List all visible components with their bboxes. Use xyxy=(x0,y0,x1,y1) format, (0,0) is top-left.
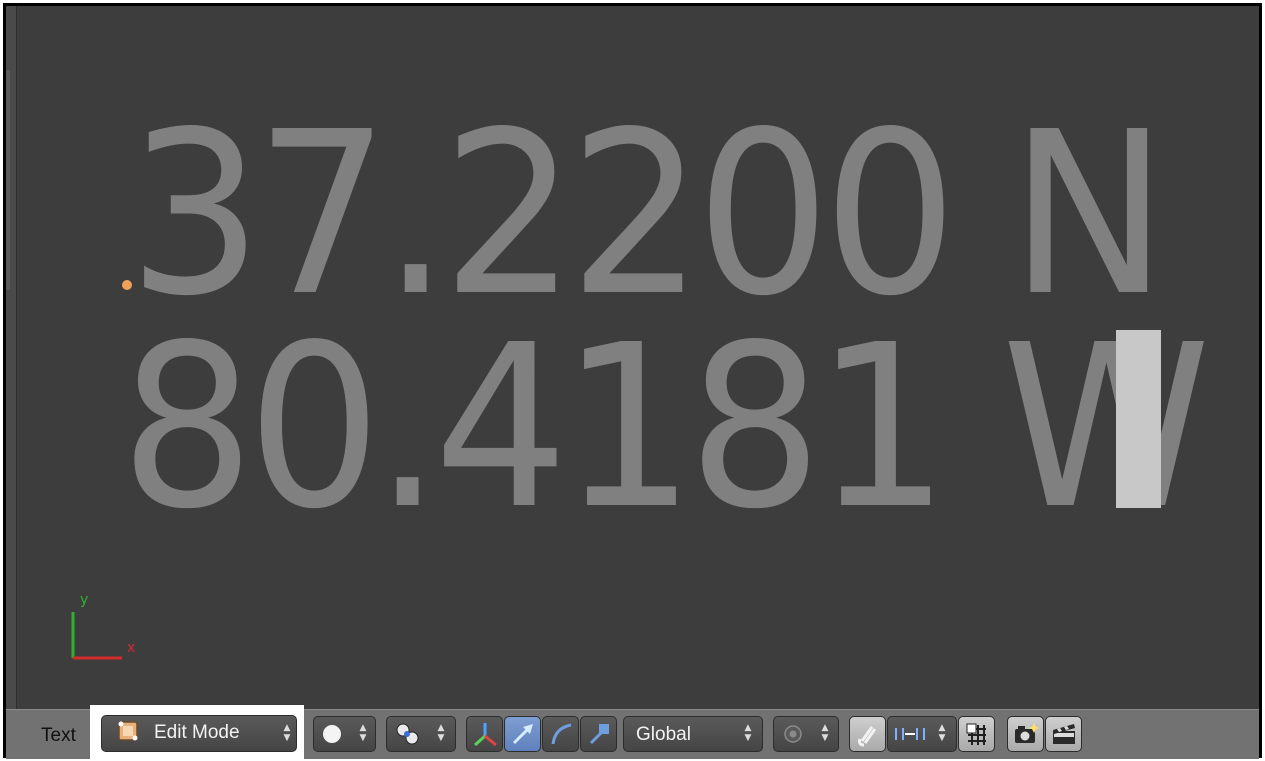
solid-sphere-icon xyxy=(323,725,341,743)
snap-target-icon xyxy=(966,723,986,745)
transform-orientation-value: Global xyxy=(636,724,691,745)
pivot-arrows-icon: ▲ ▼ xyxy=(437,723,445,743)
snap-element-arrows-icon: ▲ ▼ xyxy=(938,723,946,743)
pivot-point-icon xyxy=(396,723,419,745)
scale-handle-icon xyxy=(589,724,609,745)
editor-type-label: Text xyxy=(41,725,76,746)
object-origin-dot xyxy=(122,280,132,290)
text-cursor xyxy=(1116,330,1161,508)
snap-increment-icon xyxy=(895,728,925,740)
text-object-line-2[interactable]: 80.4181 W xyxy=(120,316,1211,541)
axis-gizmo: y x xyxy=(71,592,135,660)
proportional-arrows-icon: ▲ ▼ xyxy=(821,723,829,743)
translate-arrow-icon xyxy=(512,724,533,745)
y-axis-label: y xyxy=(80,592,88,608)
shading-arrows-icon: ▲ ▼ xyxy=(359,723,367,743)
rotate-arc-icon xyxy=(551,723,572,745)
mode-select-arrows-icon: ▲ ▼ xyxy=(283,723,291,743)
toolbar-tab[interactable] xyxy=(6,70,10,290)
x-axis-label: x xyxy=(127,640,135,656)
camera-render-icon xyxy=(1015,723,1040,743)
magnet-icon xyxy=(858,726,877,747)
mode-select-value: Edit Mode xyxy=(154,722,240,743)
text-object-line-1[interactable]: 37.2200 N xyxy=(128,103,1168,328)
proportional-edit-icon xyxy=(784,725,802,743)
manipulator-axes-icon xyxy=(473,723,497,747)
edit-mode-icon xyxy=(118,721,138,741)
orientation-arrows-icon: ▲ ▼ xyxy=(744,723,752,743)
clapperboard-icon xyxy=(1053,724,1075,744)
